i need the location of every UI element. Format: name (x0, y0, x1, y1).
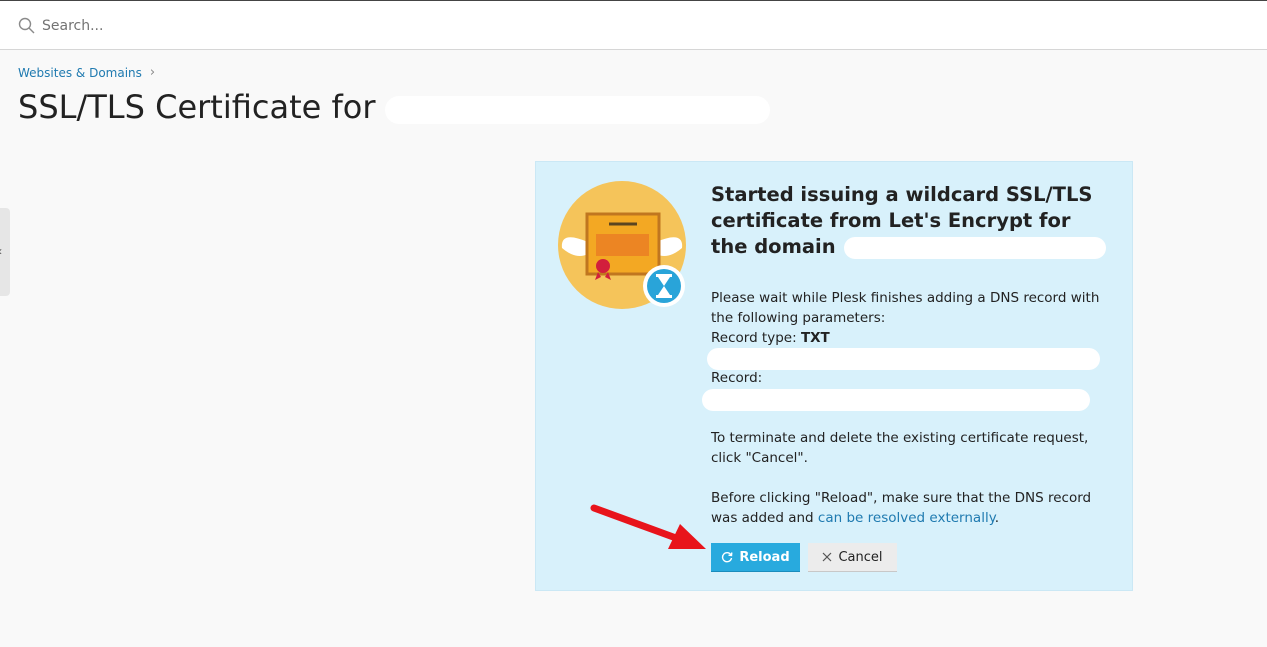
record-type-label: Record type: (711, 330, 797, 346)
certificate-illustration (558, 181, 686, 309)
before-reload-text: Before clicking "Reload", make sure that… (711, 490, 1092, 526)
intro-text: Please wait while Plesk finishes adding … (711, 290, 1100, 326)
record-type-value: TXT (800, 330, 830, 346)
close-icon (823, 552, 832, 562)
terminate-text: To terminate and delete the existing cer… (711, 430, 1089, 466)
page-title-row: SSL/TLS Certificate for (18, 88, 771, 126)
redacted-domain (844, 236, 1107, 259)
refresh-icon (722, 552, 733, 563)
panel-title: Started issuing a wildcard SSL/TLS certi… (711, 182, 1111, 260)
redacted-record-name (707, 348, 1100, 370)
sidebar-toggle[interactable]: ‹ (0, 208, 10, 296)
reload-button[interactable]: Reload (711, 543, 800, 571)
top-bar (0, 0, 1267, 50)
red-arrow (590, 504, 706, 549)
breadcrumb-websites-domains[interactable]: Websites & Domains (18, 66, 142, 80)
search-icon (18, 17, 35, 34)
record-label: Record: (711, 370, 763, 386)
resolve-externally-link[interactable]: can be resolved externally (818, 510, 995, 526)
redacted-domain-title (385, 96, 771, 124)
redacted-record-value (702, 389, 1090, 411)
search-input[interactable] (42, 14, 642, 38)
breadcrumb: Websites & Domains › (18, 65, 155, 80)
page-title: SSL/TLS Certificate for (18, 88, 376, 126)
chevron-left-icon: ‹ (0, 244, 2, 258)
cancel-button[interactable]: Cancel (808, 543, 897, 571)
chevron-right-icon: › (149, 65, 156, 80)
record-type-row: Record type: TXT (711, 328, 1121, 348)
